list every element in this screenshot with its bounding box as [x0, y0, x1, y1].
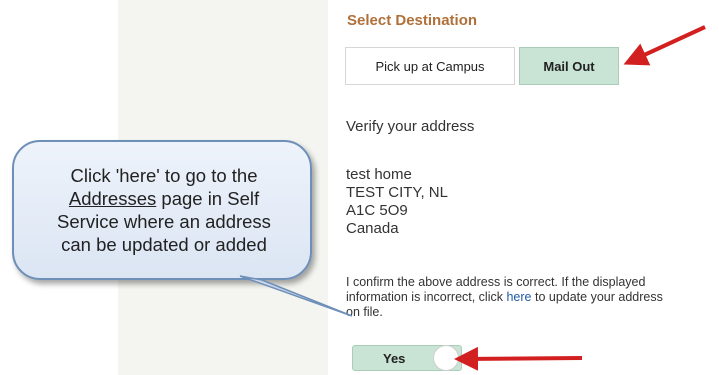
pick-up-at-campus-button[interactable]: Pick up at Campus [345, 47, 515, 85]
callout-line-2-rest: page in Self [156, 188, 260, 209]
address-country: Canada [346, 220, 399, 237]
update-address-link[interactable]: here [506, 290, 531, 304]
mail-out-button[interactable]: Mail Out [519, 47, 619, 85]
confirm-address-text: I confirm the above address is correct. … [346, 275, 666, 320]
address-line-2: TEST CITY, NL [346, 184, 448, 201]
arrow-to-yes-toggle-icon [454, 346, 583, 371]
verify-address-label: Verify your address [346, 118, 475, 135]
callout-line-2: Addresses page in Self [14, 187, 314, 210]
help-callout: Click 'here' to go to the Addresses page… [12, 140, 312, 280]
callout-line-4: can be updated or added [61, 234, 267, 255]
callout-line-3: Service where an address [57, 211, 271, 232]
toggle-knob[interactable] [433, 345, 459, 371]
select-destination-title: Select Destination [347, 12, 478, 29]
arrow-to-mail-out-icon [623, 25, 706, 66]
callout-addresses-word: Addresses [68, 188, 157, 209]
address-postal-code: A1C 5O9 [346, 202, 408, 219]
callout-line-1: Click 'here' to go to the [70, 165, 258, 186]
callout-text: Click 'here' to go to the Addresses page… [14, 164, 314, 256]
confirm-yes-toggle[interactable]: Yes [352, 345, 462, 371]
address-line-1: test home [346, 166, 412, 183]
toggle-yes-label: Yes [383, 351, 406, 366]
